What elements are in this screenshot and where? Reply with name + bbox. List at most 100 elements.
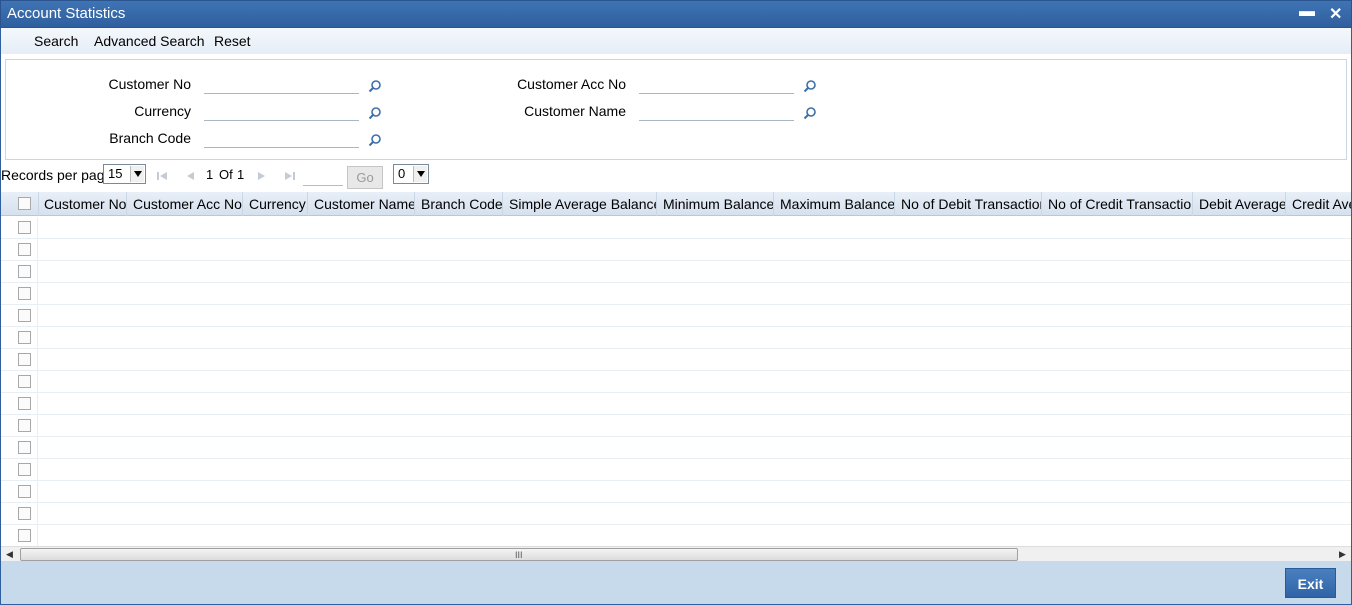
table-row[interactable]: [1, 327, 1351, 349]
row-select-cell: [1, 327, 38, 349]
minimize-icon[interactable]: ▬: [1299, 3, 1315, 21]
horizontal-scrollbar[interactable]: ◀ III ▶: [1, 546, 1351, 561]
currency-label: Currency: [134, 103, 191, 119]
row-checkbox[interactable]: [18, 529, 31, 542]
branch-code-lookup-icon[interactable]: [368, 133, 382, 147]
row-select-cell: [1, 283, 38, 305]
go-to-page-input[interactable]: [303, 170, 343, 186]
table-row[interactable]: [1, 349, 1351, 371]
column-header-currency[interactable]: Currency: [243, 192, 308, 216]
row-select-cell: [1, 393, 38, 415]
customer-acc-no-label: Customer Acc No: [517, 76, 626, 92]
of-label: Of: [219, 167, 233, 182]
row-select-cell: [1, 525, 38, 546]
row-checkbox[interactable]: [18, 265, 31, 278]
currency-input[interactable]: [204, 101, 359, 121]
row-checkbox[interactable]: [18, 419, 31, 432]
table-row[interactable]: [1, 481, 1351, 503]
row-checkbox[interactable]: [18, 463, 31, 476]
scroll-left-icon[interactable]: ◀: [6, 549, 13, 560]
branch-code-input[interactable]: [204, 128, 359, 148]
table-row[interactable]: [1, 283, 1351, 305]
pagination-bar: Records per page 15 1 Of 1 0: [0, 163, 1352, 191]
next-page-icon[interactable]: [255, 169, 269, 183]
row-select-cell: [1, 459, 38, 481]
column-header-customer-name[interactable]: Customer Name: [308, 192, 415, 216]
table-row[interactable]: [1, 217, 1351, 239]
records-per-page-select[interactable]: 15: [103, 164, 146, 184]
column-header-simple-average-balance[interactable]: Simple Average Balance: [503, 192, 657, 216]
column-header-no-of-credit-transaction[interactable]: No of Credit Transaction: [1042, 192, 1193, 216]
row-checkbox[interactable]: [18, 507, 31, 520]
table-row[interactable]: [1, 503, 1351, 525]
total-pages: 1: [237, 167, 245, 182]
row-checkbox[interactable]: [18, 485, 31, 498]
select-all-checkbox[interactable]: [18, 197, 31, 210]
customer-no-input[interactable]: [204, 74, 359, 94]
column-header-customer-no[interactable]: Customer No: [38, 192, 127, 216]
row-checkbox[interactable]: [18, 221, 31, 234]
row-checkbox[interactable]: [18, 243, 31, 256]
window-titlebar: Account Statistics ▬ ✕: [0, 0, 1352, 28]
select-all-cell: [1, 192, 39, 216]
last-page-icon[interactable]: [283, 169, 297, 183]
table-row[interactable]: [1, 415, 1351, 437]
current-page: 1: [206, 167, 214, 182]
customer-no-label: Customer No: [108, 76, 191, 92]
menu-bar: Search Advanced Search Reset: [0, 28, 1352, 54]
window-title: Account Statistics: [7, 5, 126, 22]
table-row[interactable]: [1, 371, 1351, 393]
row-select-cell: [1, 503, 38, 525]
search-menu-item[interactable]: Search: [34, 33, 78, 49]
row-checkbox[interactable]: [18, 441, 31, 454]
currency-lookup-icon[interactable]: [368, 106, 382, 120]
customer-name-input[interactable]: [639, 101, 794, 121]
prev-page-icon[interactable]: [183, 169, 197, 183]
table-row[interactable]: [1, 437, 1351, 459]
row-checkbox[interactable]: [18, 331, 31, 344]
table-row[interactable]: [1, 393, 1351, 415]
table-row[interactable]: [1, 459, 1351, 481]
advanced-search-menu-item[interactable]: Advanced Search: [94, 33, 205, 49]
records-per-page-label: Records per page: [1, 167, 113, 183]
row-select-cell: [1, 239, 38, 261]
table-row[interactable]: [1, 239, 1351, 261]
secondary-select[interactable]: 0: [393, 164, 429, 184]
row-checkbox[interactable]: [18, 375, 31, 388]
row-checkbox[interactable]: [18, 309, 31, 322]
table-row[interactable]: [1, 305, 1351, 327]
column-header-customer-acc-no[interactable]: Customer Acc No: [127, 192, 243, 216]
table-row[interactable]: [1, 261, 1351, 283]
row-checkbox[interactable]: [18, 397, 31, 410]
row-select-cell: [1, 349, 38, 371]
column-header-maximum-balance[interactable]: Maximum Balance: [774, 192, 895, 216]
column-header-branch-code[interactable]: Branch Code: [415, 192, 503, 216]
customer-no-lookup-icon[interactable]: [368, 79, 382, 93]
customer-name-lookup-icon[interactable]: [803, 106, 817, 120]
row-select-cell: [1, 437, 38, 459]
row-checkbox[interactable]: [18, 287, 31, 300]
customer-acc-no-input[interactable]: [639, 74, 794, 94]
column-header-debit-average[interactable]: Debit Average: [1193, 192, 1286, 216]
column-header-credit-average[interactable]: Credit Average: [1286, 192, 1351, 216]
row-select-cell: [1, 371, 38, 393]
column-header-no-of-debit-transaction[interactable]: No of Debit Transaction: [895, 192, 1042, 216]
column-header-minimum-balance[interactable]: Minimum Balance: [657, 192, 774, 216]
row-select-cell: [1, 261, 38, 283]
table-row[interactable]: [1, 525, 1351, 546]
secondary-select-value: 0: [398, 166, 406, 181]
close-icon[interactable]: ✕: [1329, 4, 1342, 24]
scroll-right-icon[interactable]: ▶: [1339, 549, 1346, 560]
reset-menu-item[interactable]: Reset: [214, 33, 251, 49]
scrollbar-grip-icon: III: [515, 550, 523, 560]
scrollbar-thumb[interactable]: III: [20, 548, 1018, 561]
first-page-icon[interactable]: [155, 169, 169, 183]
row-checkbox[interactable]: [18, 353, 31, 366]
row-select-cell: [1, 481, 38, 503]
results-table: Customer No Customer Acc No Currency Cus…: [1, 192, 1351, 546]
go-button[interactable]: Go: [347, 166, 383, 189]
chevron-down-icon: [130, 166, 144, 182]
exit-button[interactable]: Exit: [1285, 568, 1336, 598]
customer-acc-no-lookup-icon[interactable]: [803, 79, 817, 93]
records-per-page-value: 15: [108, 166, 123, 181]
